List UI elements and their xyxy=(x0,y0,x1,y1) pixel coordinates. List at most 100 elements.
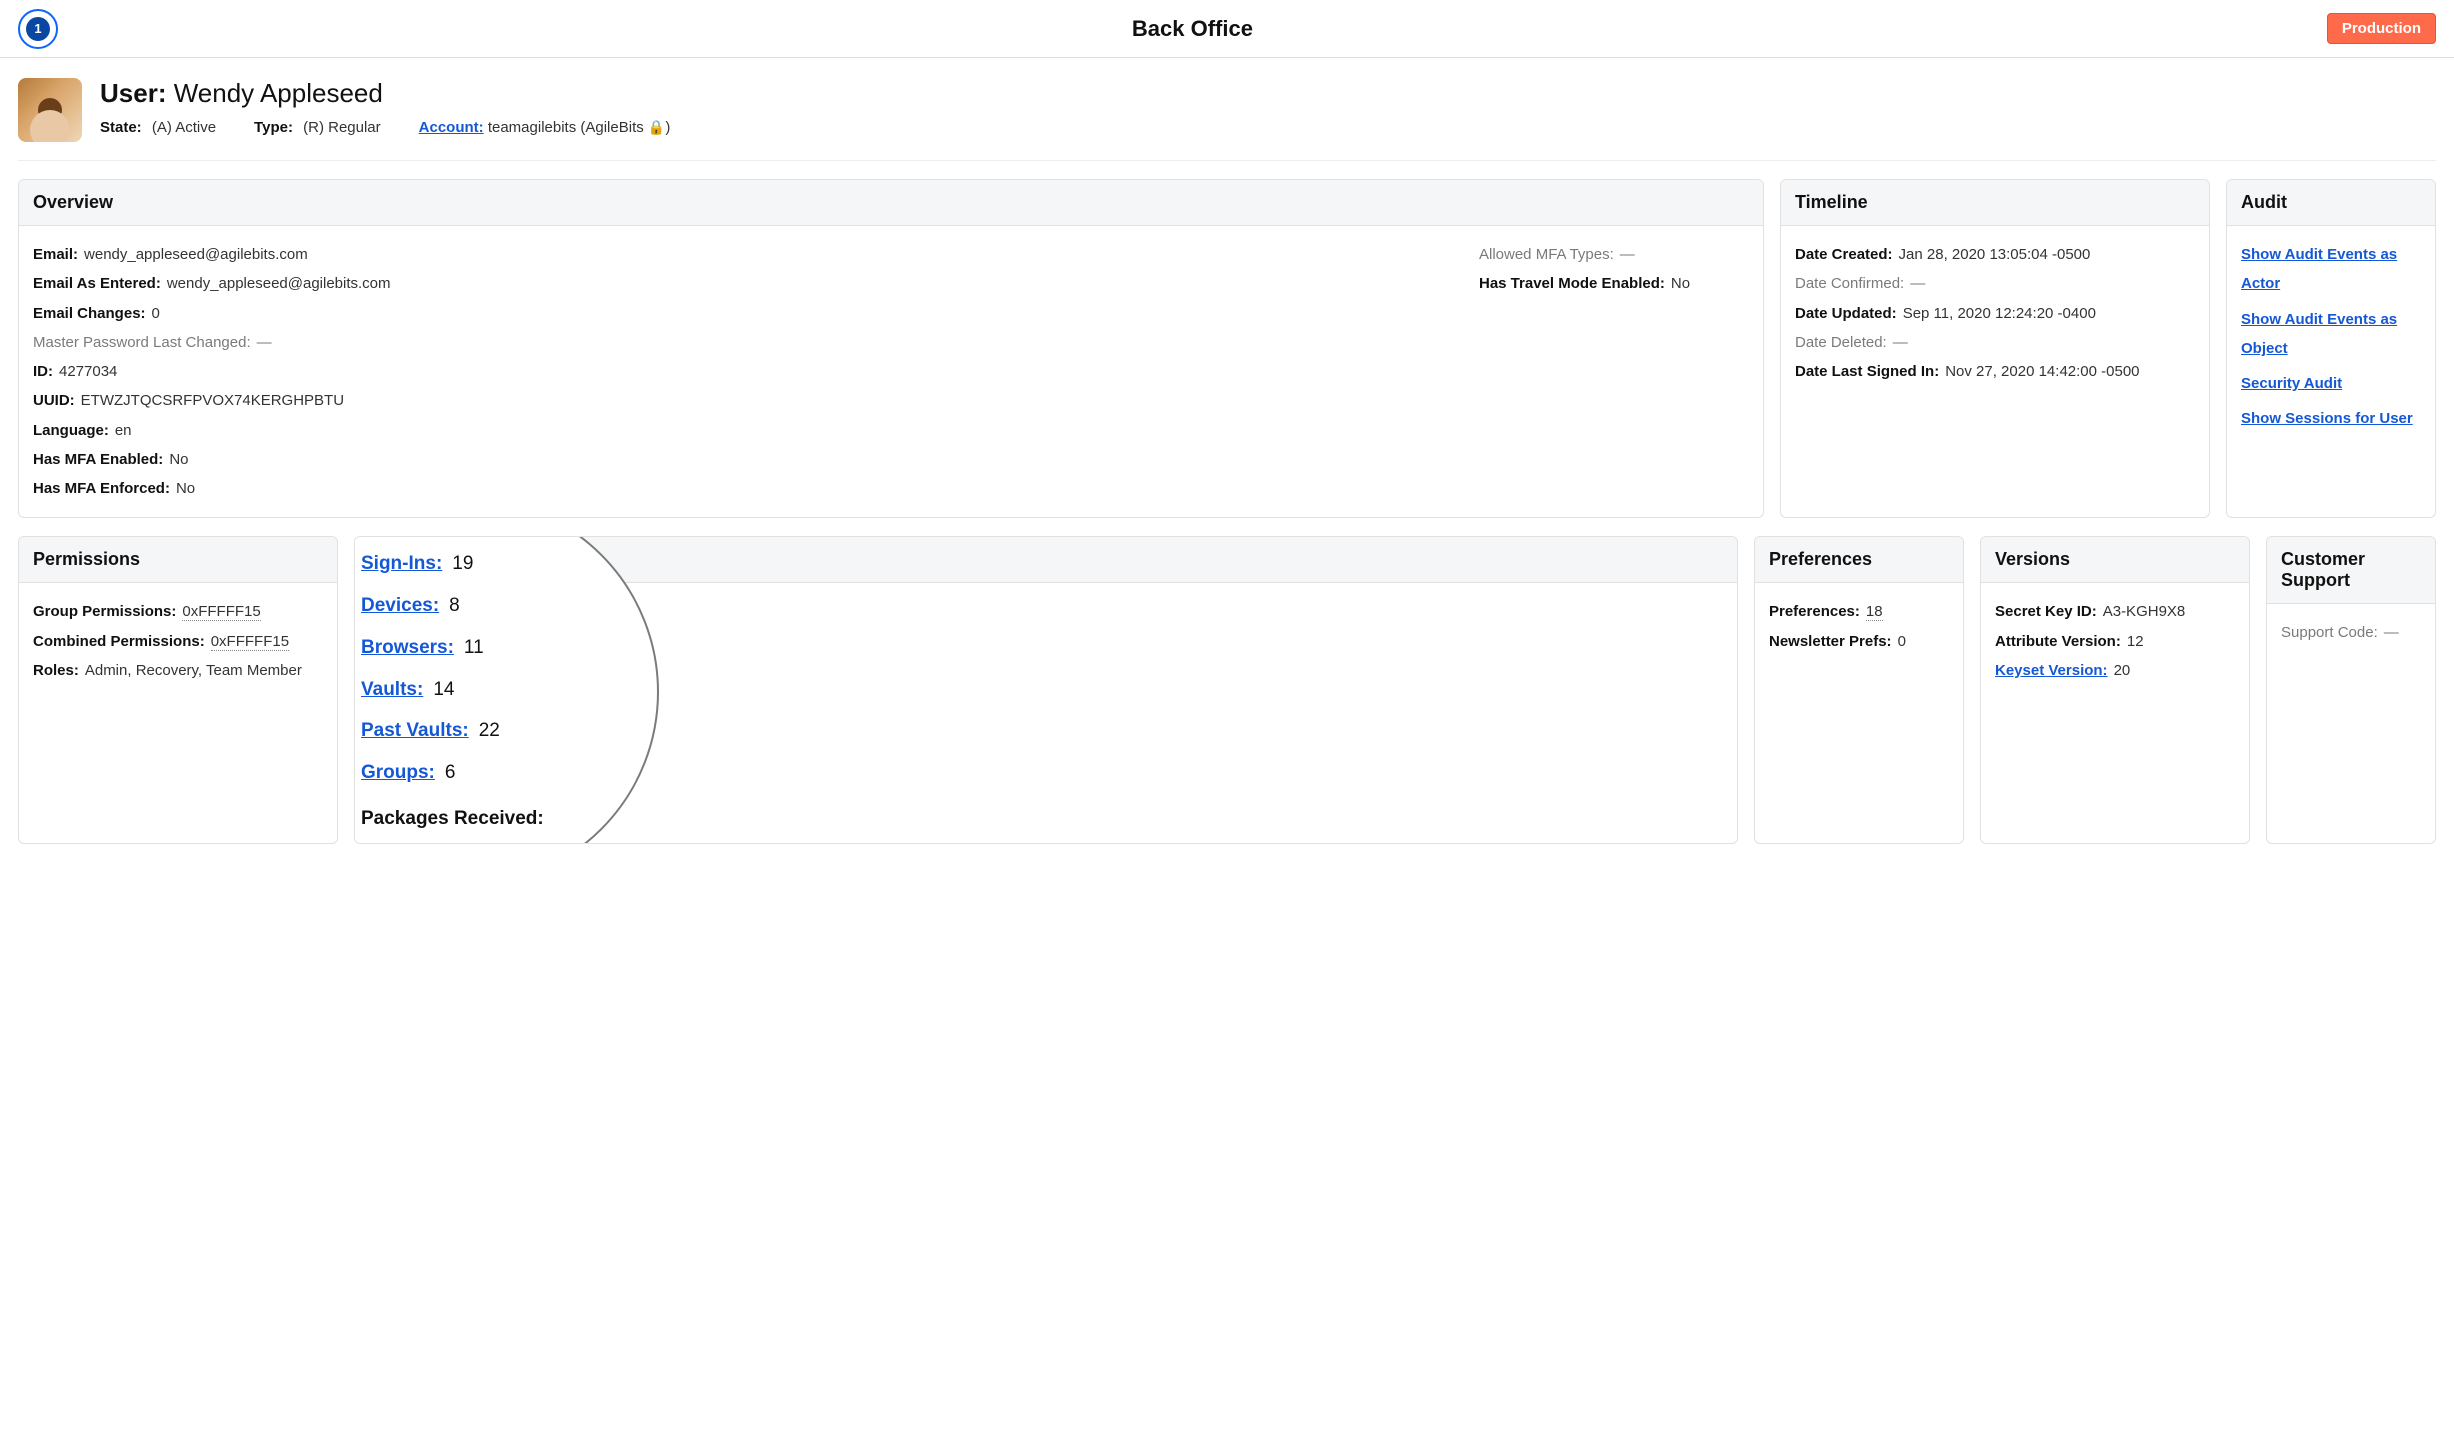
date-confirmed-label: Date Confirmed: xyxy=(1795,275,1904,292)
overview-right: Allowed MFA Types: — Has Travel Mode Enab… xyxy=(1479,240,1749,503)
email-label: Email: xyxy=(33,246,78,263)
combined-perms-value[interactable]: 0xFFFFF15 xyxy=(211,633,289,651)
mfa-enabled-value: No xyxy=(169,451,188,468)
mp-changed-label: Master Password Last Changed: xyxy=(33,334,251,351)
audit-header: Audit xyxy=(2227,180,2435,226)
travel-mode-label: Has Travel Mode Enabled: xyxy=(1479,275,1665,292)
group-perms-label: Group Permissions: xyxy=(33,603,176,620)
preferences-header: Preferences xyxy=(1755,537,1963,583)
mfa-enforced-label: Has MFA Enforced: xyxy=(33,480,170,497)
date-updated-value: Sep 11, 2020 12:24:20 -0400 xyxy=(1903,305,2096,322)
audit-panel: Audit Show Audit Events as Actor Show Au… xyxy=(2226,179,2436,518)
groups-link[interactable]: Groups: xyxy=(361,762,435,783)
packages-received-label: Packages Received: xyxy=(361,798,621,840)
app-logo[interactable]: 1 xyxy=(18,9,58,49)
overview-left: Email: wendy_appleseed@agilebits.com Emai… xyxy=(33,240,1459,503)
devices-count: 8 xyxy=(449,595,460,616)
user-type-value: (R) Regular xyxy=(303,119,381,136)
vaults-count: 14 xyxy=(433,679,454,700)
email-value: wendy_appleseed@agilebits.com xyxy=(84,246,308,263)
topbar-left: 1 xyxy=(18,9,58,49)
account-link[interactable]: Account: xyxy=(419,119,484,136)
date-confirmed-value: — xyxy=(1910,275,1925,292)
date-created-label: Date Created: xyxy=(1795,246,1893,263)
user-title-prefix: User: xyxy=(100,78,166,108)
id-value: 4277034 xyxy=(59,363,117,380)
language-value: en xyxy=(115,422,132,439)
roles-label: Roles: xyxy=(33,662,79,679)
user-meta-row: State: (A) Active Type: (R) Regular Acco… xyxy=(100,119,670,136)
counts-panel: Sign-Ins:19 Devices:8 Browsers:11 Vaults… xyxy=(354,536,1738,844)
newsletter-prefs-value: 0 xyxy=(1898,633,1906,650)
keyset-version-value: 20 xyxy=(2114,662,2131,679)
show-sessions-link[interactable]: Show Sessions for User xyxy=(2241,404,2421,433)
support-header: Customer Support xyxy=(2267,537,2435,604)
attr-version-label: Attribute Version: xyxy=(1995,633,2121,650)
user-state-value: (A) Active xyxy=(152,119,216,136)
email-entered-label: Email As Entered: xyxy=(33,275,161,292)
support-code-label: Support Code: xyxy=(2281,624,2378,641)
topbar: 1 Back Office Production xyxy=(0,0,2454,58)
date-last-signin-value: Nov 27, 2020 14:42:00 -0500 xyxy=(1945,363,2139,380)
language-label: Language: xyxy=(33,422,109,439)
account-suffix: ) xyxy=(665,119,670,136)
account-text: teamagilebits (AgileBits xyxy=(488,119,648,136)
mfa-types-value: — xyxy=(1620,246,1635,263)
versions-header: Versions xyxy=(1981,537,2249,583)
lock-icon: 🔒 xyxy=(648,119,665,135)
travel-mode-value: No xyxy=(1671,275,1690,292)
secret-key-value: A3-KGH9X8 xyxy=(2103,603,2186,620)
devices-link[interactable]: Devices: xyxy=(361,595,439,616)
zoom-circle: Sign-Ins:19 Devices:8 Browsers:11 Vaults… xyxy=(354,536,659,844)
keyset-version-link[interactable]: Keyset Version: xyxy=(1995,662,2108,679)
email-changes-label: Email Changes: xyxy=(33,305,146,322)
audit-object-link[interactable]: Show Audit Events as Object xyxy=(2241,305,2421,364)
uuid-label: UUID: xyxy=(33,392,75,409)
security-audit-link[interactable]: Security Audit xyxy=(2241,369,2421,398)
environment-badge[interactable]: Production xyxy=(2327,13,2436,44)
date-created-value: Jan 28, 2020 13:05:04 -0500 xyxy=(1899,246,2091,263)
avatar xyxy=(18,78,82,142)
vaults-link[interactable]: Vaults: xyxy=(361,679,423,700)
timeline-header: Timeline xyxy=(1781,180,2209,226)
signins-count: 19 xyxy=(452,553,473,574)
user-header-info: User: Wendy Appleseed State: (A) Active … xyxy=(100,78,670,136)
signins-link[interactable]: Sign-Ins: xyxy=(361,553,442,574)
mfa-types-label: Allowed MFA Types: xyxy=(1479,246,1614,263)
attr-version-value: 12 xyxy=(2127,633,2144,650)
user-name: Wendy Appleseed xyxy=(174,78,383,108)
user-type: Type: (R) Regular xyxy=(254,119,381,136)
page-title: Back Office xyxy=(1132,16,1253,42)
group-perms-value[interactable]: 0xFFFFF15 xyxy=(182,603,260,621)
user-state-label: State: xyxy=(100,119,142,136)
logo-icon: 1 xyxy=(26,17,50,41)
past-vaults-count: 22 xyxy=(479,720,500,741)
combined-perms-label: Combined Permissions: xyxy=(33,633,205,650)
email-changes-value: 0 xyxy=(152,305,160,322)
user-type-label: Type: xyxy=(254,119,293,136)
secret-key-label: Secret Key ID: xyxy=(1995,603,2097,620)
groups-count: 6 xyxy=(445,762,456,783)
mfa-enforced-value: No xyxy=(176,480,195,497)
browsers-link[interactable]: Browsers: xyxy=(361,637,454,658)
user-title: User: Wendy Appleseed xyxy=(100,78,670,109)
date-deleted-value: — xyxy=(1893,334,1908,351)
user-state: State: (A) Active xyxy=(100,119,216,136)
overview-panel: Overview Email:wendy_appleseed@agilebits… xyxy=(18,179,1764,518)
past-vaults-link[interactable]: Past Vaults: xyxy=(361,720,469,741)
prefs-label: Preferences: xyxy=(1769,603,1860,620)
email-entered-value: wendy_appleseed@agilebits.com xyxy=(167,275,391,292)
permissions-header: Permissions xyxy=(19,537,337,583)
permissions-panel: Permissions Group Permissions:0xFFFFF15 … xyxy=(18,536,338,844)
date-last-signin-label: Date Last Signed In: xyxy=(1795,363,1939,380)
mfa-enabled-label: Has MFA Enabled: xyxy=(33,451,163,468)
roles-value: Admin, Recovery, Team Member xyxy=(85,662,302,679)
timeline-panel: Timeline Date Created: Jan 28, 2020 13:05… xyxy=(1780,179,2210,518)
newsletter-prefs-label: Newsletter Prefs: xyxy=(1769,633,1892,650)
audit-actor-link[interactable]: Show Audit Events as Actor xyxy=(2241,240,2421,299)
user-account: Account: teamagilebits (AgileBits 🔒) xyxy=(419,119,671,136)
user-header: User: Wendy Appleseed State: (A) Active … xyxy=(18,72,2436,161)
date-deleted-label: Date Deleted: xyxy=(1795,334,1887,351)
prefs-value[interactable]: 18 xyxy=(1866,603,1883,621)
versions-panel: Versions Secret Key ID: A3-KGH9X8 Attribu… xyxy=(1980,536,2250,844)
